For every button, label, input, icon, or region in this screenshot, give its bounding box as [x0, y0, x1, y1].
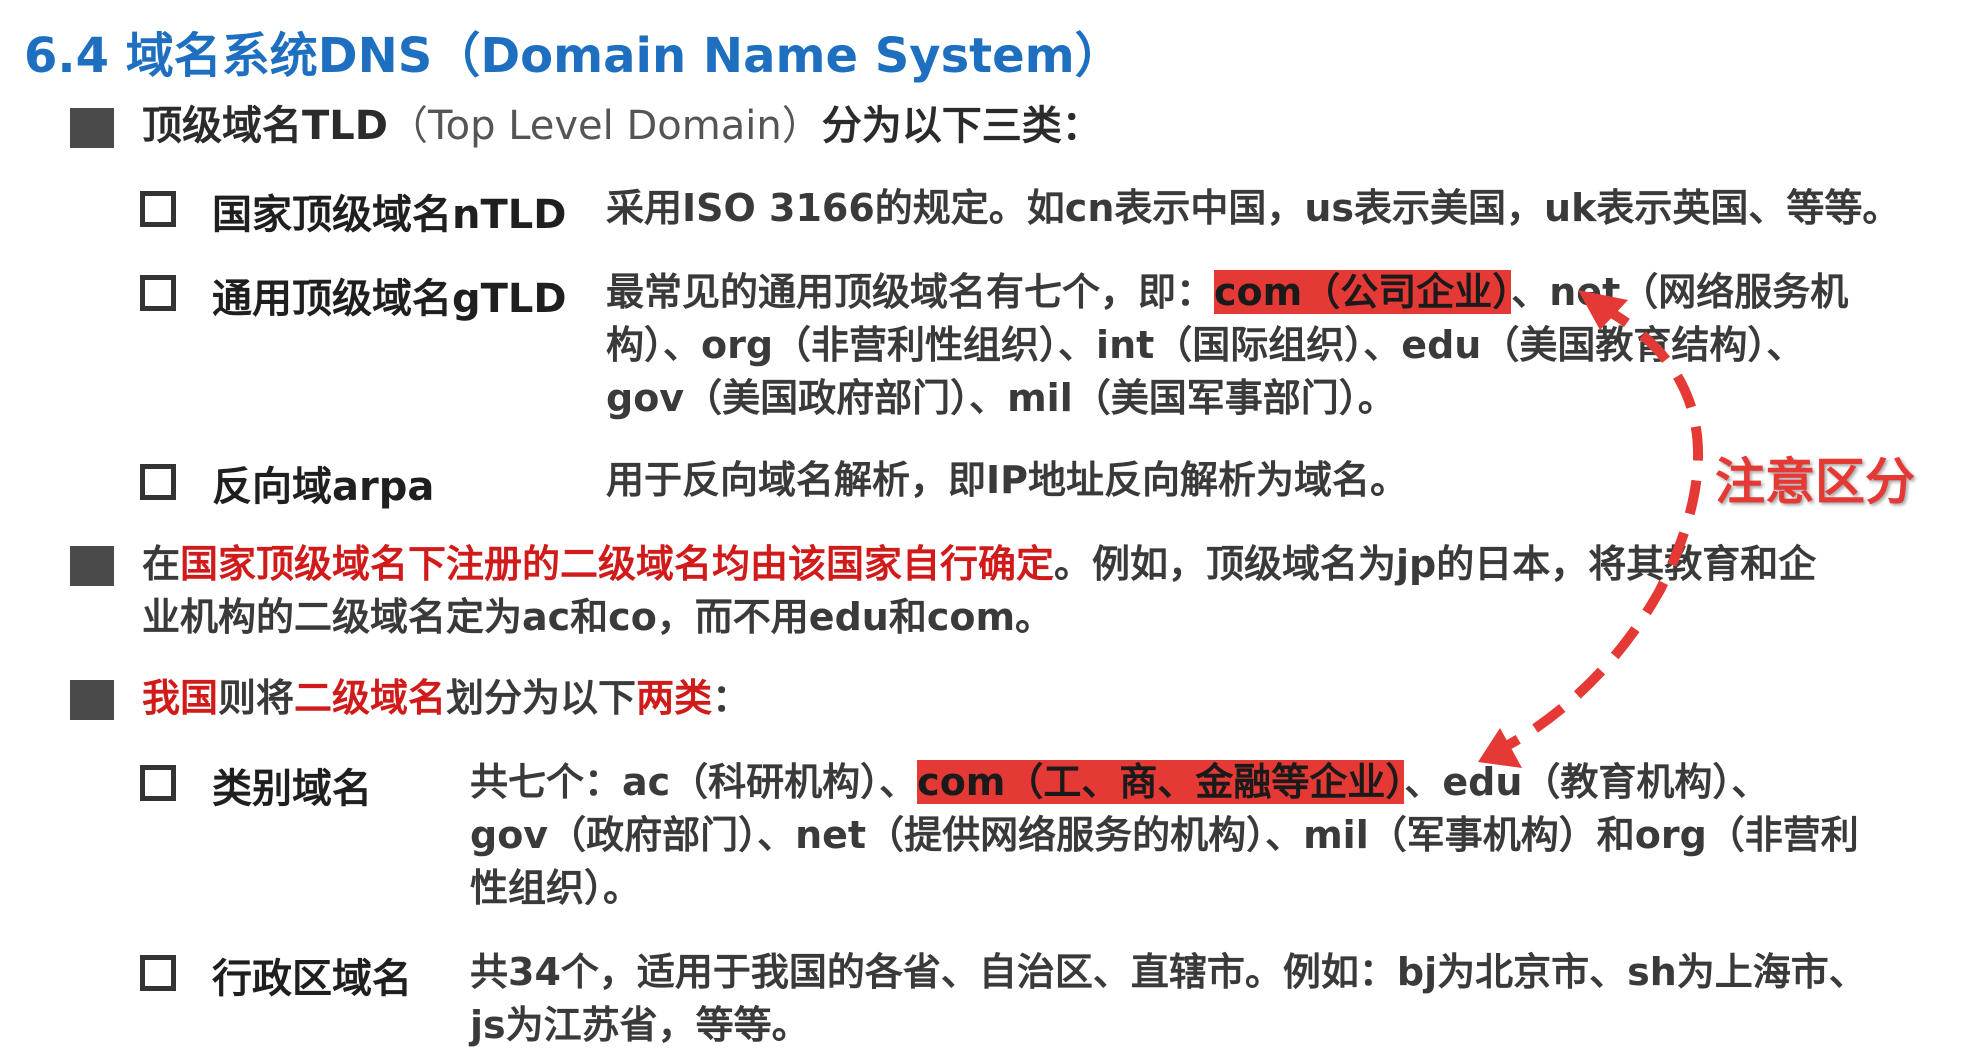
section3-end: ：: [712, 676, 751, 720]
arpa-label: 反向域arpa: [212, 464, 435, 510]
gtld-line1-pre: 最常见的通用顶级域名有七个，即：: [606, 270, 1215, 314]
ntld-desc: 采用ISO 3166的规定。如cn表示中国，us表示美国，uk表示英国、等等。: [606, 186, 1901, 230]
arpa-desc: 用于反向域名解析，即IP地址反向解析为域名。: [606, 458, 1408, 502]
section1-pre: 顶级域名TLD: [142, 103, 388, 149]
section3-mid1: 则将: [218, 676, 295, 720]
page-title: 6.4 域名系统DNS（Domain Name System）: [24, 28, 1123, 84]
admin-line1: 共34个，适用于我国的各省、自治区、直辖市。例如：bj为北京市、sh为上海市、: [470, 950, 1867, 994]
category-line1-post: 、edu（教育机构）、: [1404, 760, 1770, 804]
section2-line1: 在国家顶级域名下注册的二级域名均由该国家自行确定。例如，顶级域名为jp的日本，将…: [142, 538, 1816, 591]
category-line1: 共七个：ac（科研机构）、com（工、商、金融等企业）、edu（教育机构）、: [470, 756, 1859, 809]
section1-light: （Top Level Domain）: [387, 103, 822, 149]
gtld-label: 通用顶级域名gTLD: [212, 276, 567, 322]
category-line2: gov（政府部门）、net（提供网络服务的机构）、mil（军事机构）和org（非…: [470, 813, 1859, 857]
note-distinguish: 注意区分: [1715, 453, 1915, 511]
admin-desc: 共34个，适用于我国的各省、自治区、直辖市。例如：bj为北京市、sh为上海市、 …: [470, 946, 1867, 1052]
category-label: 类别域名: [212, 766, 372, 812]
category-line3: 性组织）。: [470, 866, 642, 910]
section3-heading: 我国则将二级域名划分为以下两类：: [142, 672, 750, 725]
gtld-desc: 最常见的通用顶级域名有七个，即：com（公司企业）、net（网络服务机 构）、o…: [606, 266, 1848, 425]
section2-line2: 业机构的二级域名定为ac和co，而不用edu和com。: [142, 595, 1054, 639]
admin-line2: js为江苏省，等等。: [470, 1003, 810, 1047]
admin-label: 行政区域名: [212, 956, 412, 1002]
section3-mid2: 划分为以下: [446, 676, 637, 720]
section1-post: 分为以下三类：: [821, 103, 1102, 149]
bullet-square: [70, 546, 114, 586]
category-highlight-com: com（工、商、金融等企业）: [917, 760, 1405, 804]
ntld-label: 国家顶级域名nTLD: [212, 192, 567, 238]
gtld-line1-post: 、net（网络服务机: [1511, 270, 1849, 314]
category-desc: 共七个：ac（科研机构）、com（工、商、金融等企业）、edu（教育机构）、 g…: [470, 756, 1859, 915]
category-line1-pre: 共七个：ac（科研机构）、: [470, 760, 918, 804]
section3-red2: 二级域名: [294, 676, 447, 720]
gtld-line2: 构）、org（非营利性组织）、int（国际组织）、edu（美国教育结构）、: [606, 323, 1805, 367]
section3-red3: 两类: [636, 676, 713, 720]
checkbox-category: [140, 765, 176, 801]
gtld-highlight-com: com（公司企业）: [1214, 270, 1512, 314]
section2-text: 在国家顶级域名下注册的二级域名均由该国家自行确定。例如，顶级域名为jp的日本，将…: [142, 538, 1816, 644]
gtld-line3: gov（美国政府部门）、mil（美国军事部门）。: [606, 376, 1396, 420]
bullet-square: [70, 680, 114, 720]
section1-heading: 顶级域名TLD（Top Level Domain）分为以下三类：: [142, 100, 1102, 152]
checkbox-admin: [140, 955, 176, 991]
section2-red: 国家顶级域名下注册的二级域名均由该国家自行确定: [180, 542, 1055, 586]
section2-pre: 在: [142, 542, 181, 586]
bullet-square: [70, 108, 114, 148]
checkbox-arpa: [140, 464, 176, 500]
section3-red1: 我国: [142, 676, 219, 720]
section2-post: 。例如，顶级域名为jp的日本，将其教育和企: [1054, 542, 1817, 586]
checkbox-gtld: [140, 275, 176, 311]
checkbox-ntld: [140, 191, 176, 227]
gtld-line1: 最常见的通用顶级域名有七个，即：com（公司企业）、net（网络服务机: [606, 266, 1848, 319]
